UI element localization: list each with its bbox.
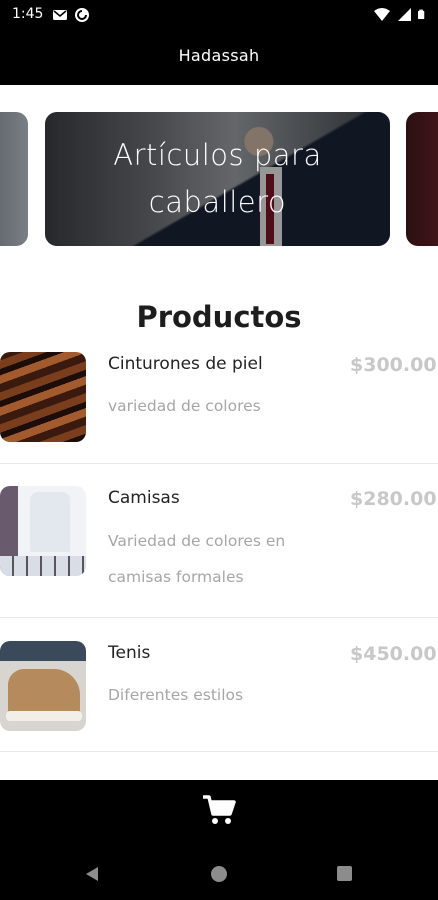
app-title: Hadassah [178, 46, 260, 65]
products-heading: Productos [136, 300, 302, 334]
product-name: Cinturones de piel [108, 354, 263, 374]
product-item[interactable]: Cinturones de piel variedad de colores $… [0, 350, 438, 462]
carousel-card-previous[interactable] [0, 112, 28, 246]
product-description: variedad de colores [108, 397, 261, 415]
shoe-sole [6, 711, 82, 721]
back-nav-icon[interactable] [84, 866, 100, 882]
product-price: $280.00 [350, 488, 437, 510]
product-description: Diferentes estilos [108, 686, 244, 704]
shoes-image [0, 641, 86, 731]
product-description: Variedad de colores en camisas formales [108, 532, 286, 586]
divider [0, 463, 438, 464]
shirt-row [0, 556, 86, 576]
status-notification-icons [52, 7, 90, 23]
battery-icon [418, 9, 425, 19]
shirt-shape [30, 492, 70, 552]
product-name: Camisas [108, 488, 180, 508]
recents-nav-icon[interactable] [337, 866, 352, 881]
bottom-bar [0, 780, 438, 900]
carousel-card-title: Artículos para caballero [113, 138, 322, 219]
shoe-shape [8, 669, 80, 717]
signal-icon [398, 8, 411, 21]
carousel-card-next[interactable] [406, 112, 438, 246]
carousel-card-gentlemen[interactable]: Artículos para caballero [45, 112, 390, 246]
divider [0, 617, 438, 618]
status-bar: 1:45 [0, 0, 438, 30]
wifi-icon [374, 8, 390, 21]
product-name: Tenis [108, 643, 151, 663]
cart-icon[interactable] [201, 792, 237, 828]
pocket-casts-icon [75, 8, 89, 22]
product-item[interactable]: Tenis Diferentes estilos $450.00 [0, 639, 438, 751]
gmail-icon [53, 10, 67, 20]
category-carousel[interactable]: Artículos para caballero [0, 112, 438, 247]
product-price: $450.00 [350, 643, 437, 665]
belts-image [0, 352, 86, 442]
shirts-image [0, 486, 86, 576]
status-system-icons [374, 6, 428, 22]
status-time: 1:45 [12, 6, 44, 22]
app-bar: Hadassah [0, 30, 438, 85]
divider [0, 751, 438, 752]
product-price: $300.00 [350, 354, 437, 376]
home-nav-icon[interactable] [211, 866, 227, 882]
product-item[interactable]: Camisas Variedad de colores en camisas f… [0, 484, 438, 614]
